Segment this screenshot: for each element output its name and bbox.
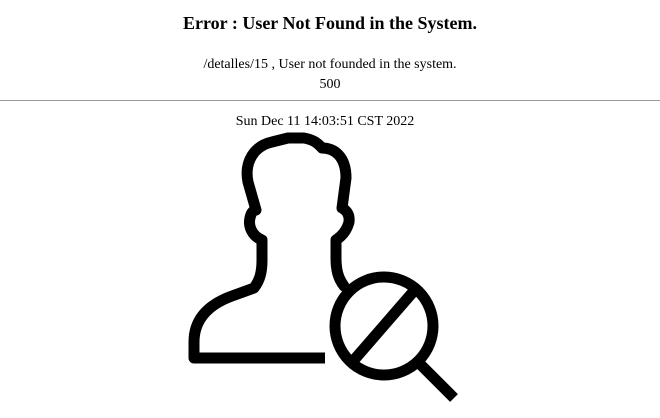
status-code: 500 — [319, 77, 341, 92]
divider — [0, 100, 660, 101]
user-not-found-icon — [170, 130, 470, 418]
page-title: Error : User Not Found in the System. — [183, 13, 477, 33]
error-path-message: /detalles/15 , User not founded in the s… — [203, 57, 457, 72]
user-silhouette-icon — [188, 132, 355, 364]
error-page: Error : User Not Found in the System. /d… — [0, 0, 660, 418]
timestamp: Sun Dec 11 14:03:51 CST 2022 — [235, 114, 415, 129]
